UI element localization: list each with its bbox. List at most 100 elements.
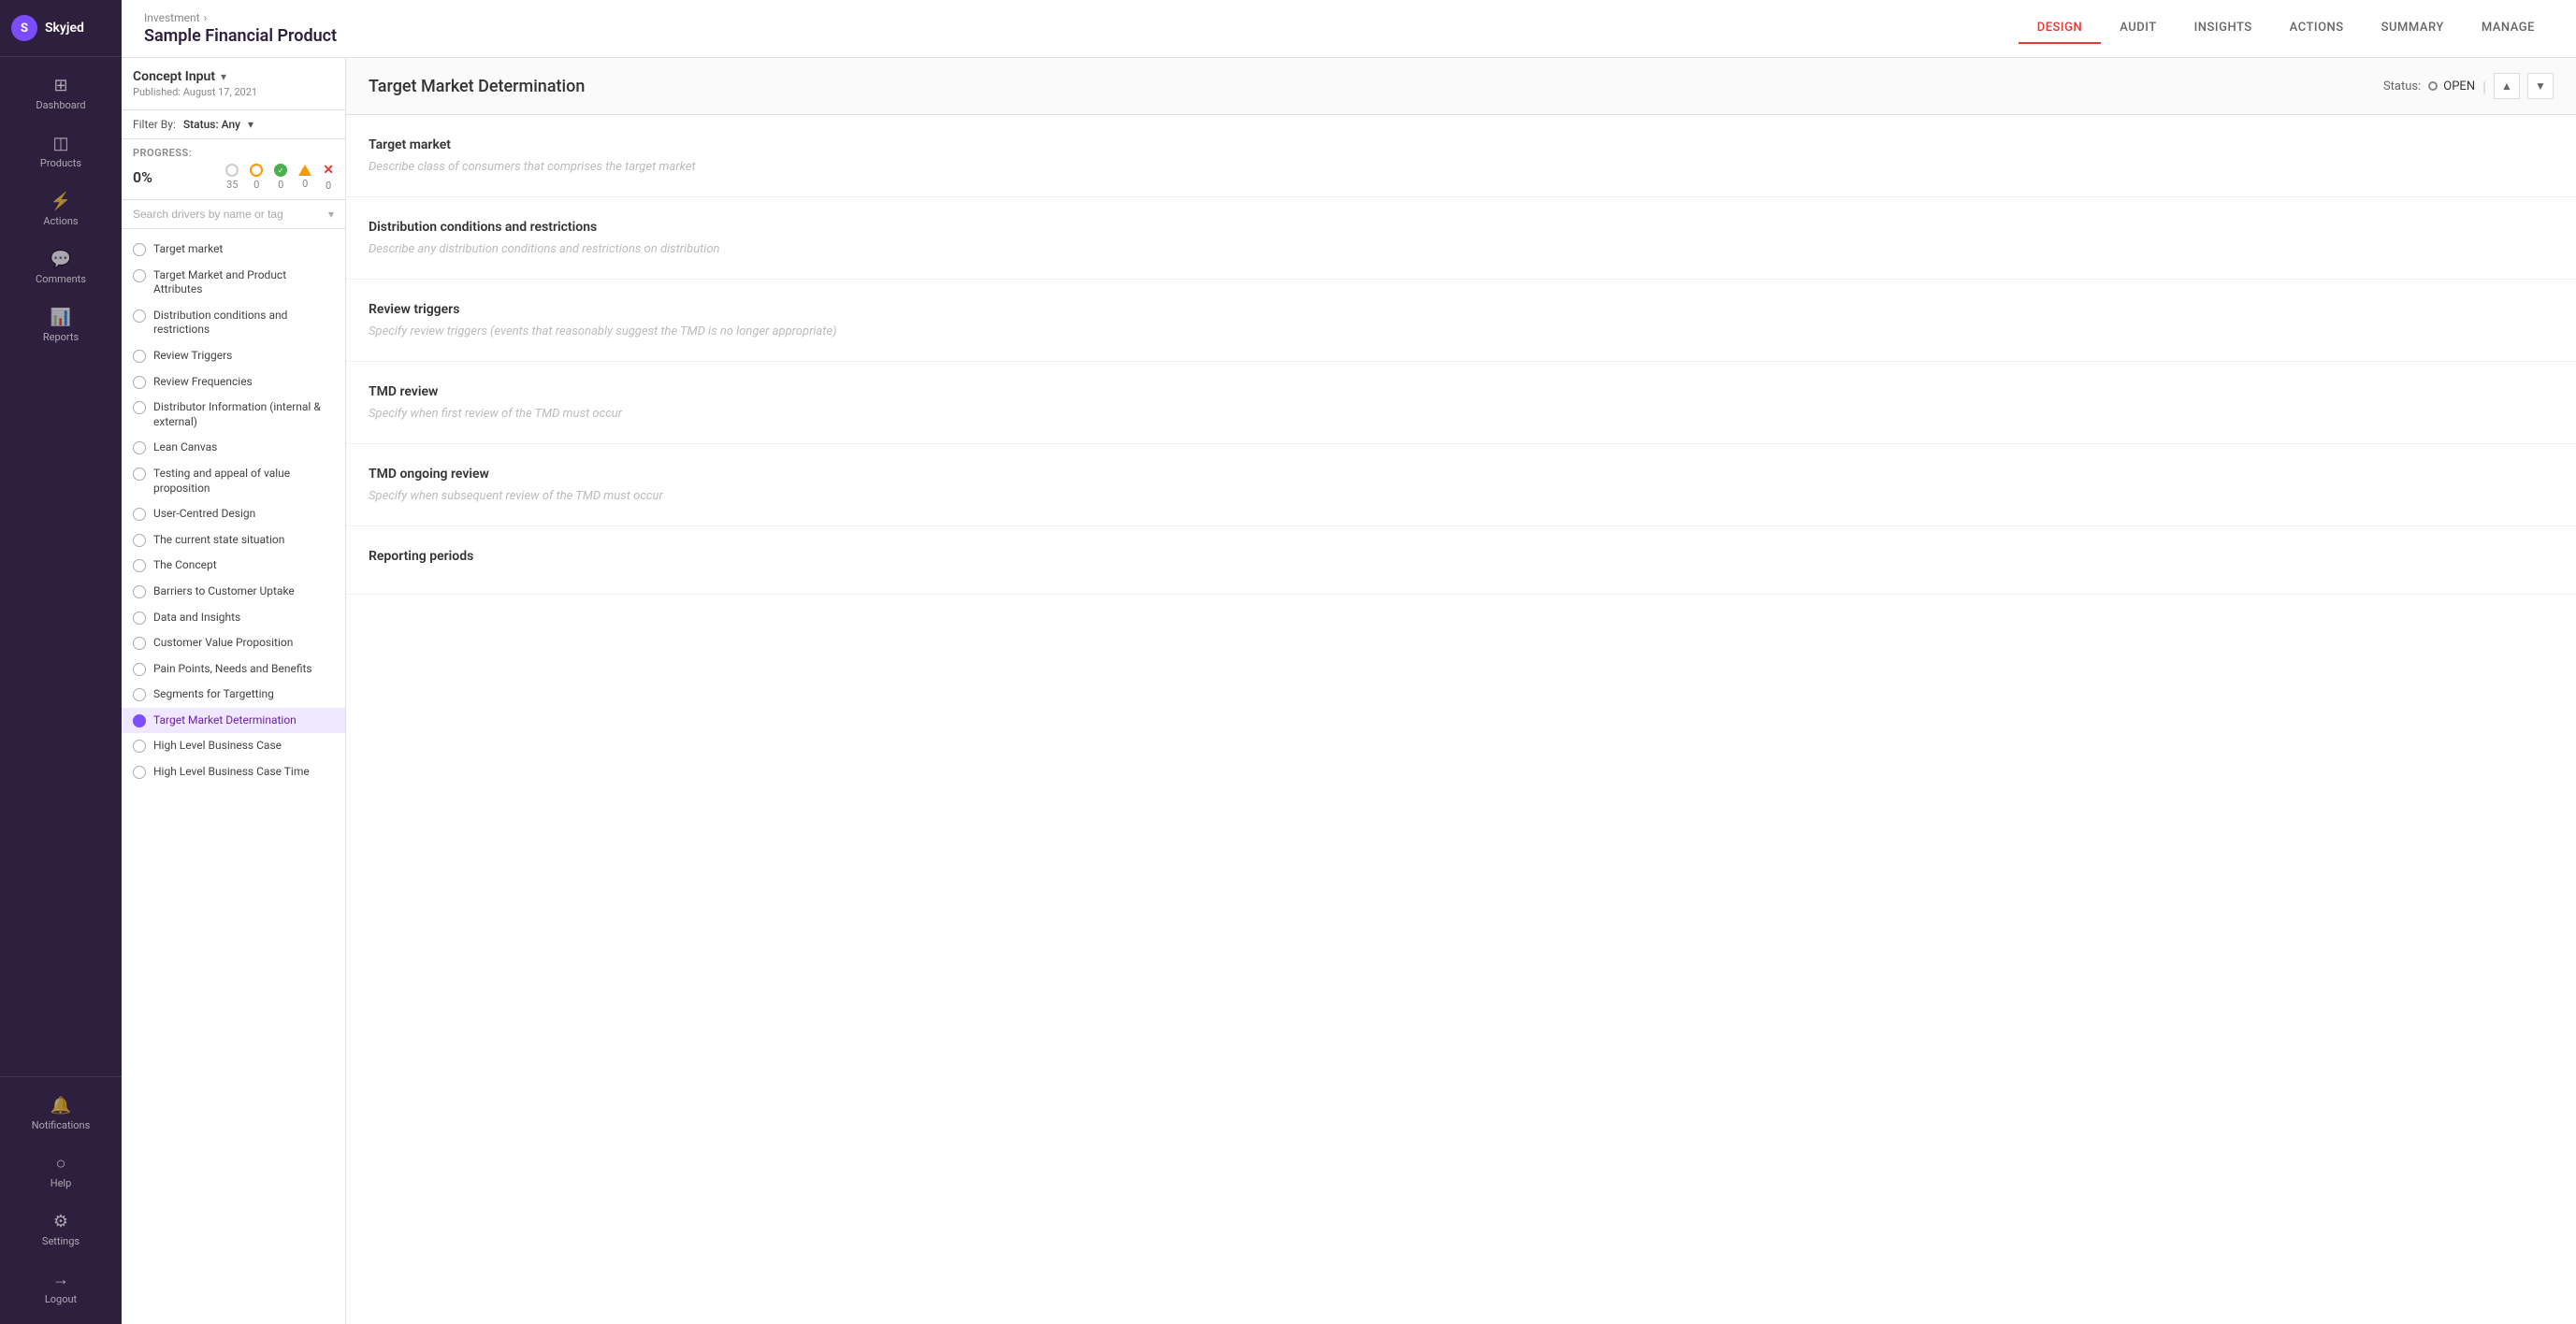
left-panel: Concept Input ▾ Published: August 17, 20…	[122, 58, 346, 1324]
page-title: Sample Financial Product	[144, 26, 337, 46]
field-label-target-market: Target market	[369, 137, 2554, 152]
progress-section: PROGRESS: 0% 35 0 ✓	[122, 139, 345, 200]
field-label-tmd-review: TMD review	[369, 384, 2554, 399]
driver-label: Target market	[153, 242, 223, 257]
driver-label: High Level Business Case	[153, 739, 282, 754]
driver-label: Distributor Information (internal & exte…	[153, 400, 334, 429]
field-placeholder-tmd-ongoing-review[interactable]: Specify when subsequent review of the TM…	[369, 489, 2554, 503]
sidebar-bottom: 🔔 Notifications ○ Help ⚙ Settings → Logo…	[0, 1076, 122, 1324]
sidebar-item-reports[interactable]: 📊 Reports	[0, 296, 122, 354]
sidebar-item-comments[interactable]: 💬 Comments	[0, 238, 122, 296]
tab-manage[interactable]: MANAGE	[2463, 13, 2554, 44]
driver-circle-icon	[133, 585, 146, 598]
sidebar-item-actions[interactable]: ⚡ Actions	[0, 180, 122, 238]
driver-circle-icon	[133, 441, 146, 454]
field-placeholder-distribution-conditions[interactable]: Describe any distribution conditions and…	[369, 242, 2554, 256]
search-input[interactable]	[133, 208, 328, 221]
driver-item-distribution-conditions[interactable]: Distribution conditions and restrictions	[122, 303, 345, 343]
drivers-list: Target market Target Market and Product A…	[122, 229, 345, 1324]
driver-item-user-centred[interactable]: User-Centred Design	[122, 501, 345, 527]
driver-item-current-state[interactable]: The current state situation	[122, 527, 345, 554]
driver-item-review-triggers[interactable]: Review Triggers	[122, 343, 345, 369]
chevron-down-icon: ▾	[221, 70, 226, 83]
tab-summary[interactable]: SUMMARY	[2363, 13, 2463, 44]
driver-item-barriers[interactable]: Barriers to Customer Uptake	[122, 579, 345, 605]
field-placeholder-tmd-review[interactable]: Specify when first review of the TMD mus…	[369, 407, 2554, 421]
driver-item-testing-appeal[interactable]: Testing and appeal of value proposition	[122, 461, 345, 501]
app-logo[interactable]: S Skyjed	[0, 0, 122, 57]
settings-icon: ⚙	[53, 1212, 68, 1231]
sidebar-item-notifications[interactable]: 🔔 Notifications	[0, 1085, 122, 1143]
sidebar-item-help[interactable]: ○ Help	[0, 1143, 122, 1201]
warning-triangle-icon	[298, 165, 311, 176]
driver-item-high-level-bc-time[interactable]: High Level Business Case Time	[122, 759, 345, 785]
progress-warning-count: 0	[298, 165, 311, 190]
header-tabs: DESIGN AUDIT INSIGHTS ACTIONS SUMMARY MA…	[2019, 13, 2554, 44]
help-icon: ○	[56, 1154, 66, 1173]
tab-insights[interactable]: INSIGHTS	[2176, 13, 2271, 44]
driver-circle-icon	[133, 350, 146, 363]
driver-item-lean-canvas[interactable]: Lean Canvas	[122, 435, 345, 461]
progress-label: PROGRESS:	[133, 147, 334, 159]
sidebar-item-products[interactable]: ◫ Products	[0, 122, 122, 180]
driver-label: Barriers to Customer Uptake	[153, 584, 295, 599]
sidebar-item-dashboard[interactable]: ⊞ Dashboard	[0, 65, 122, 122]
driver-item-the-concept[interactable]: The Concept	[122, 553, 345, 579]
driver-item-target-market-attributes[interactable]: Target Market and Product Attributes	[122, 263, 345, 303]
driver-label: Data and Insights	[153, 611, 240, 626]
driver-item-segments[interactable]: Segments for Targetting	[122, 682, 345, 708]
field-section-reporting-periods: Reporting periods	[346, 526, 2576, 595]
field-section-target-market: Target market Describe class of consumers…	[346, 115, 2576, 197]
status-expand-button[interactable]: ▼	[2527, 73, 2554, 99]
status-collapse-button[interactable]: ▲	[2494, 73, 2520, 99]
filter-chevron-icon: ▾	[248, 118, 253, 131]
sidebar-label-dashboard: Dashboard	[36, 99, 85, 111]
progress-row: 0% 35 0 ✓ 0	[133, 163, 334, 192]
driver-label: The current state situation	[153, 533, 284, 548]
right-panel: Target Market Determination Status: OPEN…	[346, 58, 2576, 1324]
tab-design[interactable]: DESIGN	[2019, 13, 2101, 44]
driver-label: Target Market and Product Attributes	[153, 268, 334, 297]
driver-circle-icon	[133, 468, 146, 481]
concept-selector[interactable]: Concept Input ▾ Published: August 17, 20…	[122, 58, 345, 110]
header-left: Investment › Sample Financial Product	[144, 11, 337, 46]
content-area: Concept Input ▾ Published: August 17, 20…	[122, 58, 2576, 1324]
sidebar-label-actions: Actions	[43, 215, 78, 227]
driver-label: User-Centred Design	[153, 507, 255, 522]
sidebar-item-logout[interactable]: → Logout	[0, 1259, 122, 1317]
driver-item-distributor-info[interactable]: Distributor Information (internal & exte…	[122, 395, 345, 435]
filter-status[interactable]: Status: Any	[183, 118, 240, 131]
logo-icon: S	[11, 15, 37, 41]
field-section-review-triggers: Review triggersSpecify review triggers (…	[346, 280, 2576, 362]
driver-item-target-market-det[interactable]: Target Market Determination	[122, 708, 345, 734]
field-placeholder-target-market[interactable]: Describe class of consumers that compris…	[369, 160, 2554, 174]
sidebar-label-logout: Logout	[45, 1293, 77, 1305]
section-header: Target Market Determination Status: OPEN…	[346, 58, 2576, 115]
driver-label: Review Frequencies	[153, 375, 253, 390]
field-section-tmd-ongoing-review: TMD ongoing reviewSpecify when subsequen…	[346, 444, 2576, 526]
driver-circle-icon	[133, 766, 146, 779]
filter-label: Filter By:	[133, 118, 176, 131]
driver-item-target-market[interactable]: Target market	[122, 237, 345, 263]
status-value: OPEN	[2443, 79, 2475, 94]
driver-item-high-level-bc[interactable]: High Level Business Case	[122, 733, 345, 759]
sidebar-item-settings[interactable]: ⚙ Settings	[0, 1201, 122, 1259]
driver-circle-icon	[133, 508, 146, 521]
driver-circle-icon	[133, 243, 146, 256]
driver-item-customer-value[interactable]: Customer Value Proposition	[122, 630, 345, 656]
driver-item-review-frequencies[interactable]: Review Frequencies	[122, 369, 345, 396]
driver-label: Target Market Determination	[153, 713, 297, 728]
search-box: ▾	[122, 200, 345, 229]
tab-actions[interactable]: ACTIONS	[2271, 13, 2363, 44]
tab-audit[interactable]: AUDIT	[2101, 13, 2175, 44]
concept-dropdown[interactable]: Concept Input ▾	[133, 69, 334, 84]
filter-bar: Filter By: Status: Any ▾	[122, 110, 345, 139]
driver-item-data-insights[interactable]: Data and Insights	[122, 605, 345, 631]
field-placeholder-review-triggers[interactable]: Specify review triggers (events that rea…	[369, 324, 2554, 338]
status-separator: |	[2482, 78, 2486, 95]
driver-item-pain-points[interactable]: Pain Points, Needs and Benefits	[122, 656, 345, 683]
progress-grey-count: 35	[225, 164, 239, 191]
driver-label: Segments for Targetting	[153, 687, 274, 702]
comments-icon: 💬	[51, 250, 71, 269]
field-label-reporting-periods: Reporting periods	[369, 549, 2554, 564]
